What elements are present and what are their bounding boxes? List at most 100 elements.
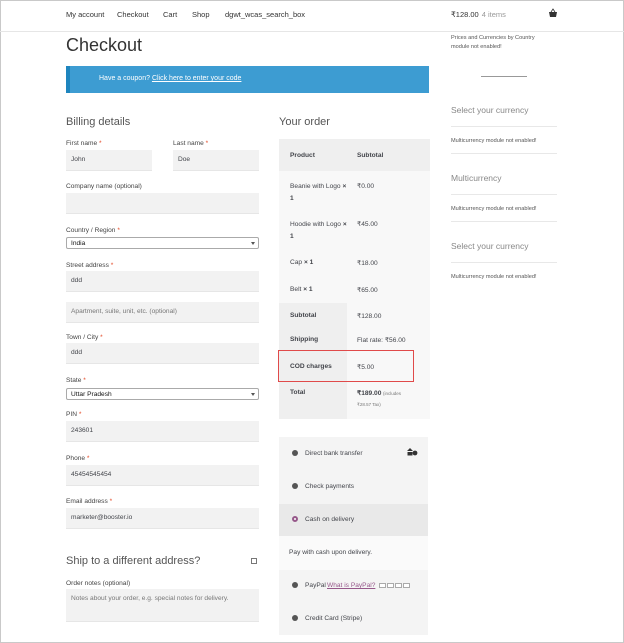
sidebar-widget-title: Select your currency bbox=[451, 241, 529, 251]
last-name-label-text: Last name bbox=[173, 140, 204, 147]
phone-label: Phone * bbox=[66, 455, 90, 462]
coupon-message: Have a coupon? Click here to enter your … bbox=[99, 75, 241, 82]
state-label: State * bbox=[66, 377, 86, 384]
order-notes-textarea[interactable]: Notes about your order, e.g. special not… bbox=[66, 589, 259, 622]
radio-cash-on-delivery[interactable] bbox=[292, 516, 298, 522]
required-mark: * bbox=[83, 377, 86, 384]
order-item-name: Cap bbox=[290, 259, 303, 266]
page-title: Checkout bbox=[66, 35, 143, 55]
sidebar-top-note: Prices and Currencies by Country module … bbox=[451, 35, 535, 50]
dropdown-arrow-icon bbox=[251, 393, 255, 396]
required-mark: * bbox=[86, 455, 90, 462]
town-label: Town / City * bbox=[66, 334, 103, 341]
order-item-qty: × 1 bbox=[303, 286, 313, 293]
street-address-field[interactable]: ddd bbox=[66, 271, 259, 292]
town-field[interactable]: ddd bbox=[66, 343, 259, 364]
coupon-banner: Have a coupon? Click here to enter your … bbox=[66, 66, 429, 93]
payment-direct-bank-label[interactable]: Direct bank transfer bbox=[305, 450, 363, 457]
visa-icon bbox=[387, 583, 394, 588]
required-mark: * bbox=[78, 411, 82, 418]
country-value: India bbox=[71, 240, 86, 247]
nav-shop[interactable]: Shop bbox=[192, 10, 210, 19]
subtotal-label: Subtotal bbox=[290, 312, 317, 319]
mastercard-icon bbox=[379, 583, 386, 588]
sidebar-widget-note: Multicurrency module not enabled! bbox=[451, 274, 537, 280]
card-logos bbox=[379, 583, 410, 588]
order-col-product: Product bbox=[290, 152, 315, 159]
company-label: Company name (optional) bbox=[66, 183, 142, 190]
coupon-prompt: Have a coupon? bbox=[99, 75, 150, 82]
street-label: Street address * bbox=[66, 262, 113, 269]
sidebar-separator bbox=[451, 126, 557, 127]
pin-label-text: PIN bbox=[66, 411, 77, 418]
order-item-row: Hoodie with Logo × 1 bbox=[290, 219, 350, 243]
billing-heading: Billing details bbox=[66, 116, 131, 128]
sidebar-separator bbox=[451, 194, 557, 195]
required-mark: * bbox=[99, 140, 102, 147]
email-field[interactable]: marketer@booster.io bbox=[66, 508, 259, 529]
bank-icon bbox=[407, 448, 418, 456]
phone-field[interactable]: 45454545454 bbox=[66, 465, 259, 486]
town-label-text: Town / City bbox=[66, 334, 99, 341]
payment-paypal-label[interactable]: PayPal bbox=[305, 582, 326, 589]
nav-search-box[interactable]: dgwt_wcas_search_box bbox=[225, 10, 305, 19]
coupon-link[interactable]: Click here to enter your code bbox=[152, 75, 242, 82]
sidebar-separator bbox=[451, 221, 557, 222]
country-label: Country / Region * bbox=[66, 227, 120, 234]
street-address-2-field[interactable]: Apartment, suite, unit, etc. (optional) bbox=[66, 302, 259, 323]
first-name-label-text: First name bbox=[66, 140, 98, 147]
sidebar-separator bbox=[451, 262, 557, 263]
amex-icon bbox=[395, 583, 402, 588]
total-label: Total bbox=[290, 389, 306, 396]
state-value: Uttar Pradesh bbox=[71, 391, 112, 398]
sidebar-widget-title: Multicurrency bbox=[451, 173, 502, 183]
order-col-subtotal: Subtotal bbox=[357, 152, 384, 159]
radio-direct-bank[interactable] bbox=[292, 450, 298, 456]
phone-label-text: Phone bbox=[66, 455, 86, 462]
basket-icon[interactable] bbox=[548, 8, 558, 18]
nav-checkout[interactable]: Checkout bbox=[117, 10, 149, 19]
required-mark: * bbox=[109, 498, 113, 505]
header-cart-total[interactable]: ₹128.00 4 items bbox=[451, 10, 506, 19]
required-mark: * bbox=[100, 334, 103, 341]
header-divider bbox=[0, 31, 624, 32]
your-order-heading: Your order bbox=[279, 116, 330, 128]
radio-check-payments[interactable] bbox=[292, 483, 298, 489]
state-select[interactable]: Uttar Pradesh bbox=[66, 388, 259, 400]
order-notes-label: Order notes (optional) bbox=[66, 580, 131, 587]
order-item-price: ₹18.00 bbox=[357, 260, 378, 267]
required-mark: * bbox=[110, 262, 114, 269]
radio-stripe[interactable] bbox=[292, 615, 298, 621]
shipping-value: Flat rate: ₹56.00 bbox=[357, 337, 406, 344]
cod-highlight-box bbox=[278, 350, 414, 382]
country-select[interactable]: India bbox=[66, 237, 259, 249]
subtotal-value: ₹128.00 bbox=[357, 313, 382, 320]
payment-stripe-label[interactable]: Credit Card (Stripe) bbox=[305, 615, 362, 622]
discover-icon bbox=[403, 583, 410, 588]
sidebar-divider bbox=[481, 76, 527, 77]
payment-cod-label[interactable]: Cash on delivery bbox=[305, 516, 354, 523]
radio-paypal[interactable] bbox=[292, 582, 298, 588]
sidebar-widget-note: Multicurrency module not enabled! bbox=[451, 206, 537, 212]
pin-label: PIN * bbox=[66, 411, 81, 418]
first-name-field[interactable]: John bbox=[66, 150, 152, 171]
order-item-price: ₹0.00 bbox=[357, 183, 375, 190]
total-tax: ₹28.57 Tax) bbox=[357, 402, 381, 407]
ship-different-checkbox[interactable] bbox=[251, 558, 257, 564]
first-name-label: First name * bbox=[66, 140, 102, 147]
email-label: Email address * bbox=[66, 498, 112, 505]
order-item-name: Hoodie with Logo bbox=[290, 221, 341, 228]
pin-field[interactable]: 243601 bbox=[66, 421, 259, 442]
street-label-text: Street address bbox=[66, 262, 109, 269]
cod-description: Pay with cash upon delivery. bbox=[289, 549, 373, 556]
order-item-name: Beanie with Logo bbox=[290, 183, 341, 190]
last-name-field[interactable]: Doe bbox=[173, 150, 259, 171]
payment-check-label[interactable]: Check payments bbox=[305, 483, 354, 490]
what-is-paypal-link[interactable]: What is PayPal? bbox=[327, 582, 375, 589]
nav-cart[interactable]: Cart bbox=[163, 10, 177, 19]
company-field[interactable] bbox=[66, 193, 259, 214]
last-name-label: Last name * bbox=[173, 140, 208, 147]
nav-my-account[interactable]: My account bbox=[66, 10, 104, 19]
order-item-row: Cap × 1 bbox=[290, 259, 313, 266]
total-value: ₹189.00 bbox=[357, 390, 382, 397]
